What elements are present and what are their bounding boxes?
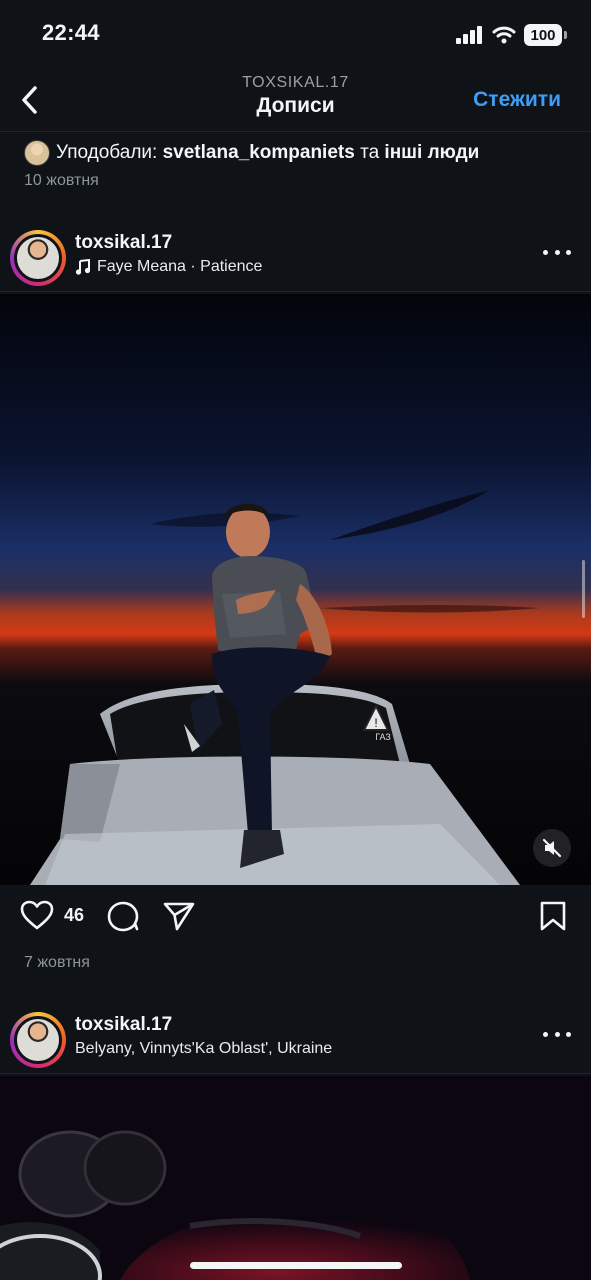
music-note-icon (75, 259, 91, 275)
status-bar: 22:44 100 (0, 0, 591, 72)
post-username[interactable]: toxsikal.17 (75, 1014, 172, 1036)
send-icon (163, 902, 195, 931)
post-date: 7 жовтня (24, 954, 90, 971)
like-group: 46 (20, 900, 84, 930)
bookmark-icon (540, 901, 566, 931)
like-count[interactable]: 46 (64, 905, 84, 926)
liked-by-connector: та (360, 142, 380, 163)
status-time: 22:44 (42, 20, 100, 45)
share-button[interactable] (162, 900, 196, 932)
previous-post-date: 10 жовтня (24, 172, 99, 189)
music-track: Faye Meana · Patience (97, 258, 263, 275)
scroll-indicator (582, 560, 585, 618)
liker-avatar (24, 140, 50, 166)
mute-button[interactable] (533, 829, 571, 867)
post-username[interactable]: toxsikal.17 (75, 232, 172, 254)
avatar (14, 1016, 62, 1064)
screen: 22:44 100 TOXSIKAL.17 Дописи Стежити Упо… (0, 0, 591, 1280)
more-horizontal-icon (543, 1031, 548, 1037)
liked-by-text: Уподобали: svetlana_kompaniets та інші л… (56, 142, 479, 164)
comment-button[interactable] (106, 900, 140, 932)
status-icons: 100 (456, 24, 567, 46)
post-header: toxsikal.17 Belyany, Vinnyts'Ka Oblast',… (0, 1010, 591, 1074)
post-location[interactable]: Belyany, Vinnyts'Ka Oblast', Ukraine (75, 1040, 332, 1058)
follow-button[interactable]: Стежити (473, 88, 561, 112)
liker-username[interactable]: svetlana_kompaniets (163, 142, 355, 163)
speaker-muted-icon (542, 838, 562, 858)
home-indicator[interactable] (190, 1262, 402, 1269)
more-horizontal-icon (543, 249, 548, 255)
svg-text:!: ! (374, 716, 377, 730)
liked-by-prefix: Уподобали: (56, 142, 158, 163)
battery-level: 100 (524, 24, 562, 46)
post-media[interactable]: ! ГАЗ (0, 294, 591, 885)
avatar (14, 234, 62, 282)
liked-by-others[interactable]: інші люди (384, 142, 479, 163)
post-music[interactable]: Faye Meana · Patience (75, 258, 262, 276)
cellular-signal-icon (456, 26, 482, 44)
post-photo: ! ГАЗ (0, 294, 591, 885)
more-options-button[interactable] (543, 242, 571, 262)
nav-header: TOXSIKAL.17 Дописи Стежити (0, 72, 591, 132)
post-photo (0, 1076, 591, 1280)
save-button[interactable] (538, 900, 568, 932)
car-badge: ГАЗ (375, 732, 391, 742)
battery-icon: 100 (524, 24, 567, 46)
story-ring[interactable] (10, 230, 66, 286)
comment-icon (107, 901, 139, 932)
post-header: toxsikal.17 Faye Meana · Patience (0, 228, 591, 292)
post-media[interactable] (0, 1076, 591, 1280)
story-ring[interactable] (10, 1012, 66, 1068)
post-actions: 46 (0, 896, 591, 942)
more-options-button[interactable] (543, 1024, 571, 1044)
liked-by-row[interactable]: Уподобали: svetlana_kompaniets та інші л… (24, 140, 479, 166)
wifi-icon (492, 26, 516, 44)
heart-icon[interactable] (20, 900, 54, 930)
